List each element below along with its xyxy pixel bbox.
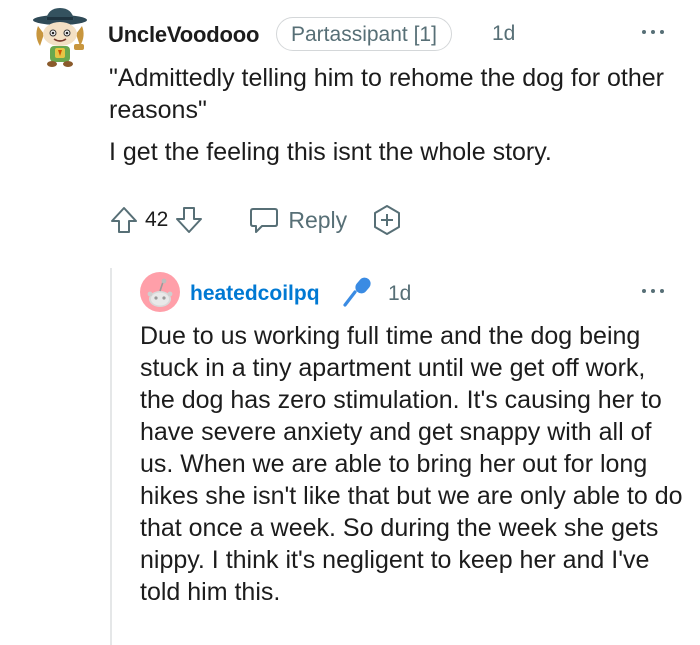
more-options-button[interactable]: [640, 281, 666, 301]
reply-button[interactable]: Reply: [248, 205, 347, 235]
comment-body: "Admittedly telling him to rehome the do…: [109, 62, 689, 168]
more-options-button[interactable]: [640, 22, 666, 42]
comment-timestamp: 1d: [388, 282, 412, 305]
microphone-icon: [343, 277, 371, 307]
microphone-badge: [340, 274, 376, 310]
vote-score: 42: [145, 208, 169, 231]
comment-actions: 42 Reply: [109, 202, 403, 238]
thread-line[interactable]: [110, 268, 112, 645]
upvote-arrow-icon[interactable]: [109, 205, 139, 235]
avatar[interactable]: [30, 6, 90, 68]
reply-label: Reply: [288, 206, 348, 233]
comment-timestamp: 1d: [492, 22, 516, 45]
username-link[interactable]: UncleVoodooo: [108, 22, 259, 48]
comment-quote: "Admittedly telling him to rehome the do…: [109, 64, 664, 124]
user-flair-badge: Partassipant [1]: [276, 17, 452, 51]
comment-text: I get the feeling this isnt the whole st…: [109, 138, 552, 166]
reply-bubble-icon: [250, 208, 279, 233]
downvote-arrow-icon[interactable]: [174, 205, 204, 235]
avatar-default-snoo-icon: [140, 272, 180, 312]
award-plus-icon[interactable]: [371, 204, 403, 236]
avatar-snoo-cowboy-icon: [33, 8, 87, 67]
username-link[interactable]: heatedcoilpq: [190, 282, 320, 306]
avatar[interactable]: [140, 272, 180, 312]
comment-body: Due to us working full time and the dog …: [140, 322, 683, 606]
